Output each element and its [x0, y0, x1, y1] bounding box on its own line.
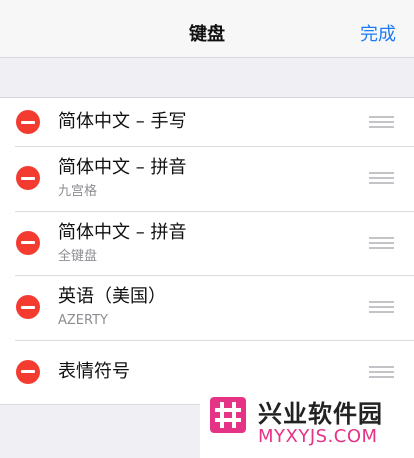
reorder-handle-icon[interactable] [369, 365, 394, 378]
keyboard-label: 简体中文 – 拼音 [58, 221, 187, 243]
keyboard-texts: 表情符号 [58, 361, 130, 383]
reorder-handle-icon[interactable] [369, 236, 394, 249]
watermark: 兴业软件园 MYXYJS.COM [200, 388, 414, 458]
watermark-name: 兴业软件园 [258, 400, 383, 428]
reorder-handle-icon[interactable] [369, 301, 394, 314]
keyboard-sublabel: AZERTY [58, 313, 108, 329]
delete-minus-icon[interactable] [16, 359, 40, 384]
delete-minus-icon[interactable] [16, 230, 40, 255]
page-title: 键盘 [189, 24, 225, 45]
keyboard-row-pinyin-9key[interactable]: 简体中文 – 拼音 九宫格 [0, 146, 414, 211]
reorder-handle-icon[interactable] [369, 116, 394, 128]
hash-logo-icon [210, 397, 246, 433]
keyboard-row-handwriting[interactable]: 简体中文 – 手写 [0, 98, 414, 146]
keyboard-texts: 简体中文 – 拼音 九宫格 [58, 157, 186, 199]
delete-minus-icon[interactable] [16, 110, 40, 134]
keyboard-row-pinyin-full[interactable]: 简体中文 – 拼音 全键盘 [0, 210, 414, 276]
delete-minus-icon[interactable] [16, 295, 40, 320]
keyboard-label: 表情符号 [58, 360, 130, 382]
navigation-bar: 键盘 完成 [0, 0, 414, 58]
keyboard-list: 简体中文 – 手写 简体中文 – 拼音 九宫格 简体中文 – 拼音 全键盘 英语… [0, 97, 414, 405]
keyboard-label: 简体中文 – 拼音 [58, 157, 187, 179]
keyboard-texts: 简体中文 – 手写 [58, 111, 186, 133]
keyboard-texts: 英语（美国） AZERTY [58, 286, 166, 328]
keyboard-sublabel: 全键盘 [58, 248, 98, 264]
keyboard-row-english-us[interactable]: 英语（美国） AZERTY [0, 275, 414, 340]
delete-minus-icon[interactable] [16, 166, 40, 191]
keyboard-label: 英语（美国） [58, 286, 166, 308]
done-button[interactable]: 完成 [360, 20, 396, 46]
keyboard-label: 简体中文 – 手写 [58, 111, 187, 132]
keyboard-sublabel: 九宫格 [58, 184, 98, 200]
reorder-handle-icon[interactable] [369, 172, 394, 185]
keyboard-texts: 简体中文 – 拼音 全键盘 [58, 222, 186, 264]
watermark-url: MYXYJS.COM [258, 426, 378, 447]
